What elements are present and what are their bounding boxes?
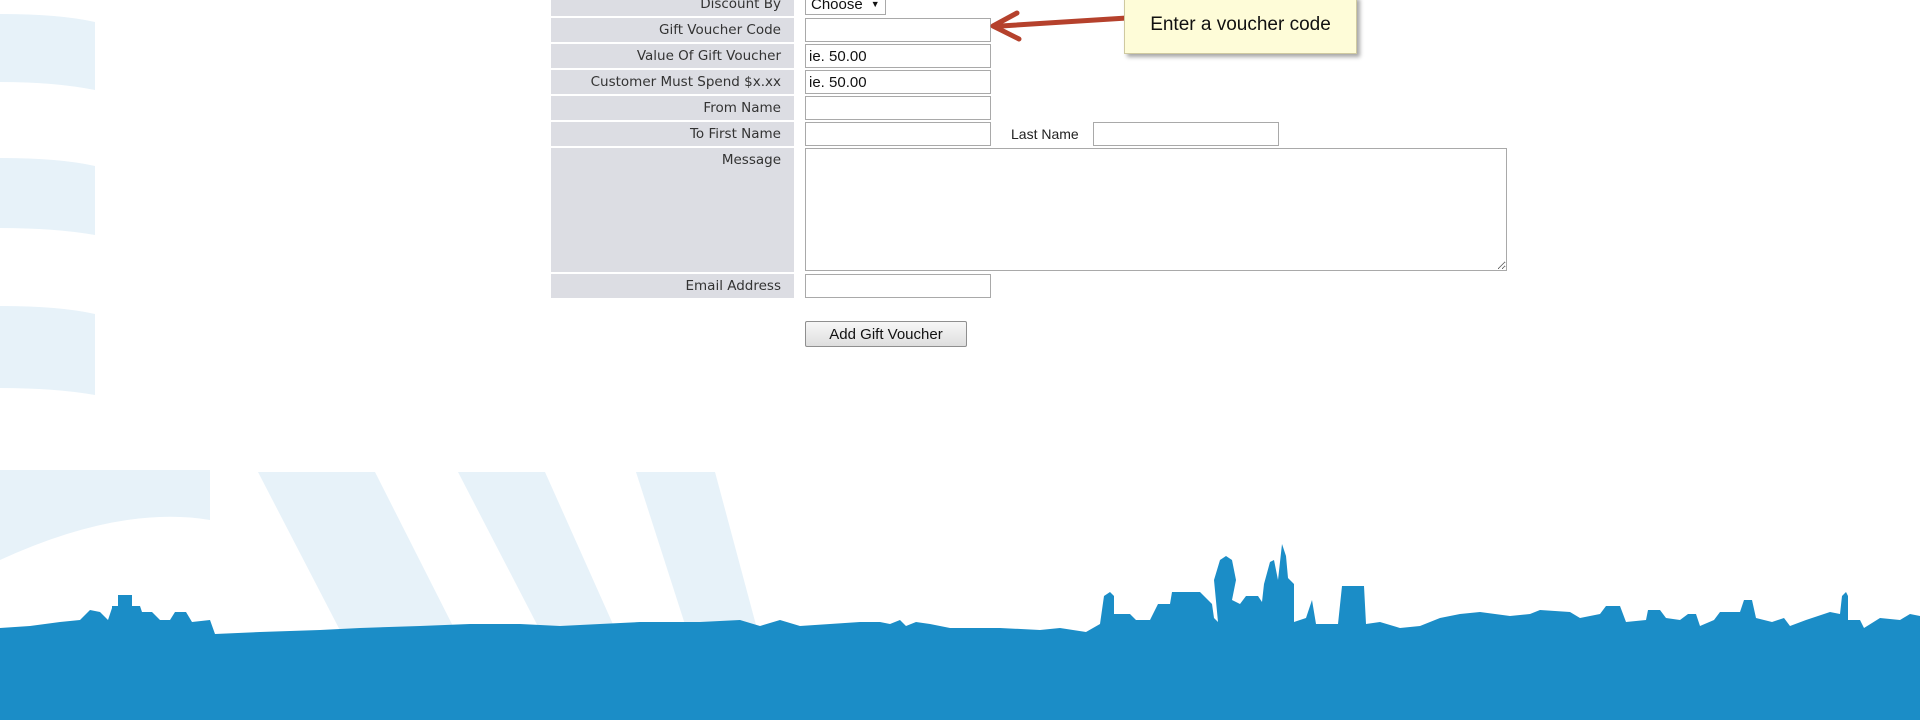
last-name-label: Last Name — [1011, 126, 1079, 142]
voucher-code-tooltip: Enter a voucher code — [1124, 0, 1357, 54]
add-gift-voucher-button[interactable]: Add Gift Voucher — [805, 321, 967, 347]
value-of-gift-voucher-label: Value Of Gift Voucher — [551, 44, 794, 68]
row-customer-must-spend: Customer Must Spend $x.xx — [551, 70, 1551, 94]
gift-voucher-code-input[interactable] — [805, 18, 991, 42]
callout-arrow-icon — [990, 10, 1130, 42]
row-email-address: Email Address — [551, 274, 1551, 298]
row-to-name: To First Name Last Name — [551, 122, 1551, 146]
tooltip-text: Enter a voucher code — [1150, 14, 1331, 35]
message-label: Message — [551, 148, 794, 272]
discount-by-select-value: Choose — [811, 0, 863, 13]
discount-by-label: Discount By — [551, 0, 794, 16]
customer-must-spend-label: Customer Must Spend $x.xx — [551, 70, 794, 94]
email-address-input[interactable] — [805, 274, 991, 298]
customer-must-spend-input[interactable] — [805, 70, 991, 94]
last-name-input[interactable] — [1092, 122, 1279, 146]
value-of-gift-voucher-input[interactable] — [805, 44, 991, 68]
message-textarea[interactable] — [805, 148, 1507, 271]
to-first-name-label: To First Name — [551, 122, 794, 146]
discount-by-select[interactable]: Choose ▼ — [805, 0, 886, 15]
row-message: Message — [551, 148, 1551, 272]
from-name-label: From Name — [551, 96, 794, 120]
email-address-label: Email Address — [551, 274, 794, 298]
dropdown-arrow-icon: ▼ — [870, 0, 880, 9]
from-name-input[interactable] — [805, 96, 991, 120]
gift-voucher-code-label: Gift Voucher Code — [551, 18, 794, 42]
row-value-of-gift-voucher: Value Of Gift Voucher — [551, 44, 1551, 68]
page: Discount By Choose ▼ Gift Voucher Code V… — [0, 0, 1920, 720]
row-from-name: From Name — [551, 96, 1551, 120]
to-first-name-input[interactable] — [805, 122, 991, 146]
city-skyline — [0, 544, 1920, 720]
